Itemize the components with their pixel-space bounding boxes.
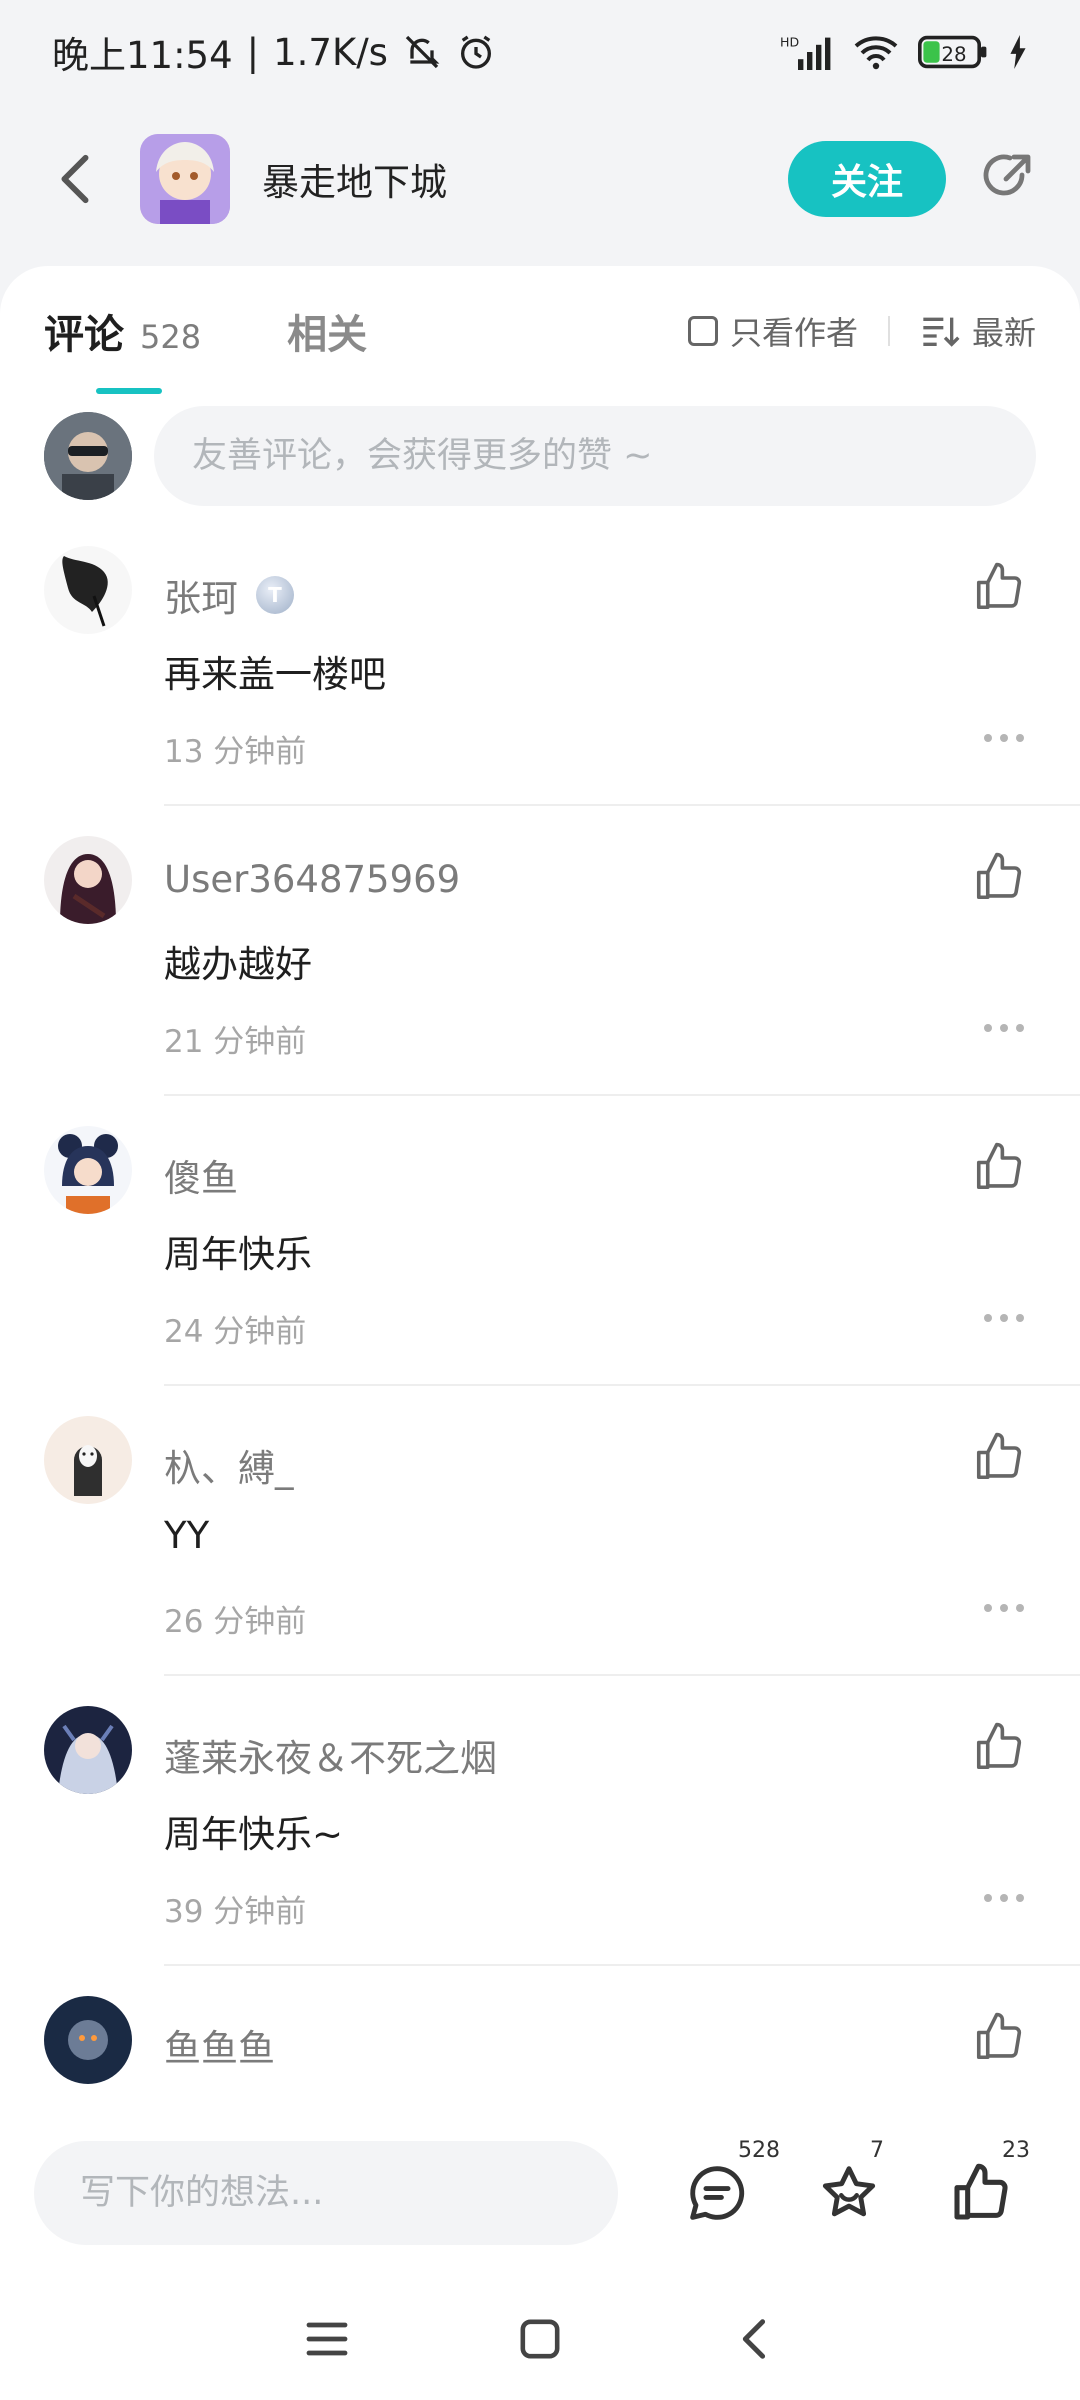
user-avatar[interactable] [44, 1416, 132, 1504]
more-dots-icon[interactable] [984, 1310, 1024, 1326]
user-avatar[interactable] [44, 1126, 132, 1214]
comment-item: User364875969 越办越好 21 分钟前 [0, 806, 1080, 1096]
comment-text: 越办越好 [164, 943, 312, 986]
more-dots-icon[interactable] [984, 1020, 1024, 1036]
author-only-checkbox[interactable] [687, 316, 718, 346]
thumbs-up-icon[interactable] [972, 1720, 1026, 1774]
user-name[interactable]: 鱼鱼鱼 [164, 2018, 275, 2072]
user-name[interactable]: 杁、縛_ [164, 1438, 294, 1492]
comment-button[interactable]: 528 [682, 2138, 780, 2228]
more-dots-icon[interactable] [984, 1600, 1024, 1616]
comment-text: 周年快乐 [164, 1233, 312, 1276]
alarm-icon [456, 32, 496, 72]
tab-bar: 评论 528 相关 只看作者 最新 [0, 266, 1080, 396]
comment-text: 再来盖一楼吧 [164, 653, 386, 696]
sort-icon [923, 317, 960, 347]
comment-item: 鱼鱼鱼 [0, 1966, 1080, 2116]
user-name[interactable]: User364875969 [164, 858, 460, 901]
favorite-button[interactable]: 7 [814, 2138, 884, 2228]
back-button[interactable] [44, 149, 104, 209]
star-icon [822, 2166, 876, 2217]
favorite-count: 7 [870, 2138, 884, 2163]
user-avatar[interactable] [44, 1996, 132, 2084]
user-avatar[interactable] [44, 1706, 132, 1794]
system-back-button[interactable] [718, 2304, 788, 2374]
mute-icon [402, 32, 442, 72]
chevron-left-icon [61, 154, 89, 204]
author-only-label: 只看作者 [729, 314, 858, 352]
more-dots-icon[interactable] [984, 1890, 1024, 1906]
page-title: 暴走地下城 [262, 161, 447, 204]
comment-input[interactable] [154, 406, 1036, 506]
game-icon[interactable] [140, 134, 230, 224]
comment-time: 26 分钟前 [164, 1604, 307, 1640]
like-button[interactable]: 23 [946, 2138, 1030, 2228]
comment-item: 杁、縛_ YY 26 分钟前 [0, 1386, 1080, 1676]
comment-input-row [0, 396, 1080, 516]
bottom-action-bar: 528 7 23 [0, 2108, 1080, 2278]
comment-item: 张珂 T 再来盖一楼吧 13 分钟前 [0, 516, 1080, 806]
chevron-left-icon [743, 2319, 766, 2359]
battery-icon: 28 [918, 34, 990, 70]
thumbs-up-icon[interactable] [972, 560, 1026, 614]
tab-comments[interactable]: 评论 528 [44, 302, 201, 360]
thumbs-up-icon[interactable] [972, 2010, 1026, 2064]
network-speed: 1.7K/s [273, 30, 388, 74]
tab-divider [887, 316, 890, 346]
share-button[interactable] [976, 149, 1036, 209]
more-dots-icon[interactable] [984, 730, 1024, 746]
write-thought-input[interactable] [34, 2141, 618, 2245]
author-only-toggle[interactable]: 只看作者 [687, 308, 858, 354]
menu-button[interactable] [292, 2304, 362, 2374]
comment-text: 周年快乐~ [164, 1813, 344, 1856]
user-name[interactable]: 张珂 [164, 568, 238, 622]
comment-time: 39 分钟前 [164, 1894, 307, 1930]
tab-comments-count: 528 [140, 318, 202, 356]
thumbs-up-icon[interactable] [972, 1430, 1026, 1484]
comment-list: 张珂 T 再来盖一楼吧 13 分钟前 User364875969 越办越好 21… [0, 516, 1080, 2116]
status-time: 晚上11:54 [52, 34, 233, 77]
thumbs-up-icon [954, 2163, 1008, 2220]
comment-bubble-icon [690, 2166, 745, 2220]
user-name[interactable]: 傻鱼 [164, 1148, 238, 1202]
comment-count: 528 [738, 2138, 780, 2163]
comment-time: 13 分钟前 [164, 734, 307, 770]
tab-indicator [96, 388, 162, 394]
user-avatar[interactable] [44, 836, 132, 924]
signal-icon: HD [780, 34, 834, 70]
header: 暴走地下城 关注 [0, 104, 1080, 254]
tab-related[interactable]: 相关 [287, 302, 367, 360]
system-nav-bar [0, 2278, 1080, 2400]
status-bar: 晚上11:54 | 1.7K/s HD 28 [0, 0, 1080, 104]
my-avatar[interactable] [44, 412, 132, 500]
comment-time: 24 分钟前 [164, 1314, 307, 1350]
sort-button[interactable]: 最新 [920, 308, 1036, 354]
comments-card: 评论 528 相关 只看作者 最新 友善评论，会获得更多的赞 ~ 张珂 T 再来… [0, 266, 1080, 2116]
share-icon [983, 154, 1031, 196]
comment-text: YY [164, 1514, 210, 1557]
thumbs-up-icon[interactable] [972, 1140, 1026, 1194]
status-separator: | [246, 30, 260, 74]
tab-comments-label: 评论 [44, 312, 124, 358]
wifi-icon [852, 33, 900, 71]
like-count: 23 [1002, 2138, 1030, 2163]
comment-item: 傻鱼 周年快乐 24 分钟前 [0, 1096, 1080, 1386]
home-button[interactable] [505, 2304, 575, 2374]
user-name[interactable]: 蓬莱永夜＆不死之烟 [164, 1728, 497, 1782]
comment-time: 21 分钟前 [164, 1024, 307, 1060]
thumbs-up-icon[interactable] [972, 850, 1026, 904]
charging-icon [1008, 35, 1028, 69]
level-badge-icon: T [256, 576, 294, 614]
sort-label: 最新 [971, 314, 1036, 352]
follow-button[interactable]: 关注 [788, 141, 946, 217]
comment-item: 蓬莱永夜＆不死之烟 周年快乐~ 39 分钟前 [0, 1676, 1080, 1966]
user-avatar[interactable] [44, 546, 132, 634]
battery-level: 28 [941, 43, 966, 66]
menu-icon [306, 2322, 348, 2356]
svg-text:HD: HD [780, 35, 799, 50]
home-square-icon [520, 2319, 560, 2359]
